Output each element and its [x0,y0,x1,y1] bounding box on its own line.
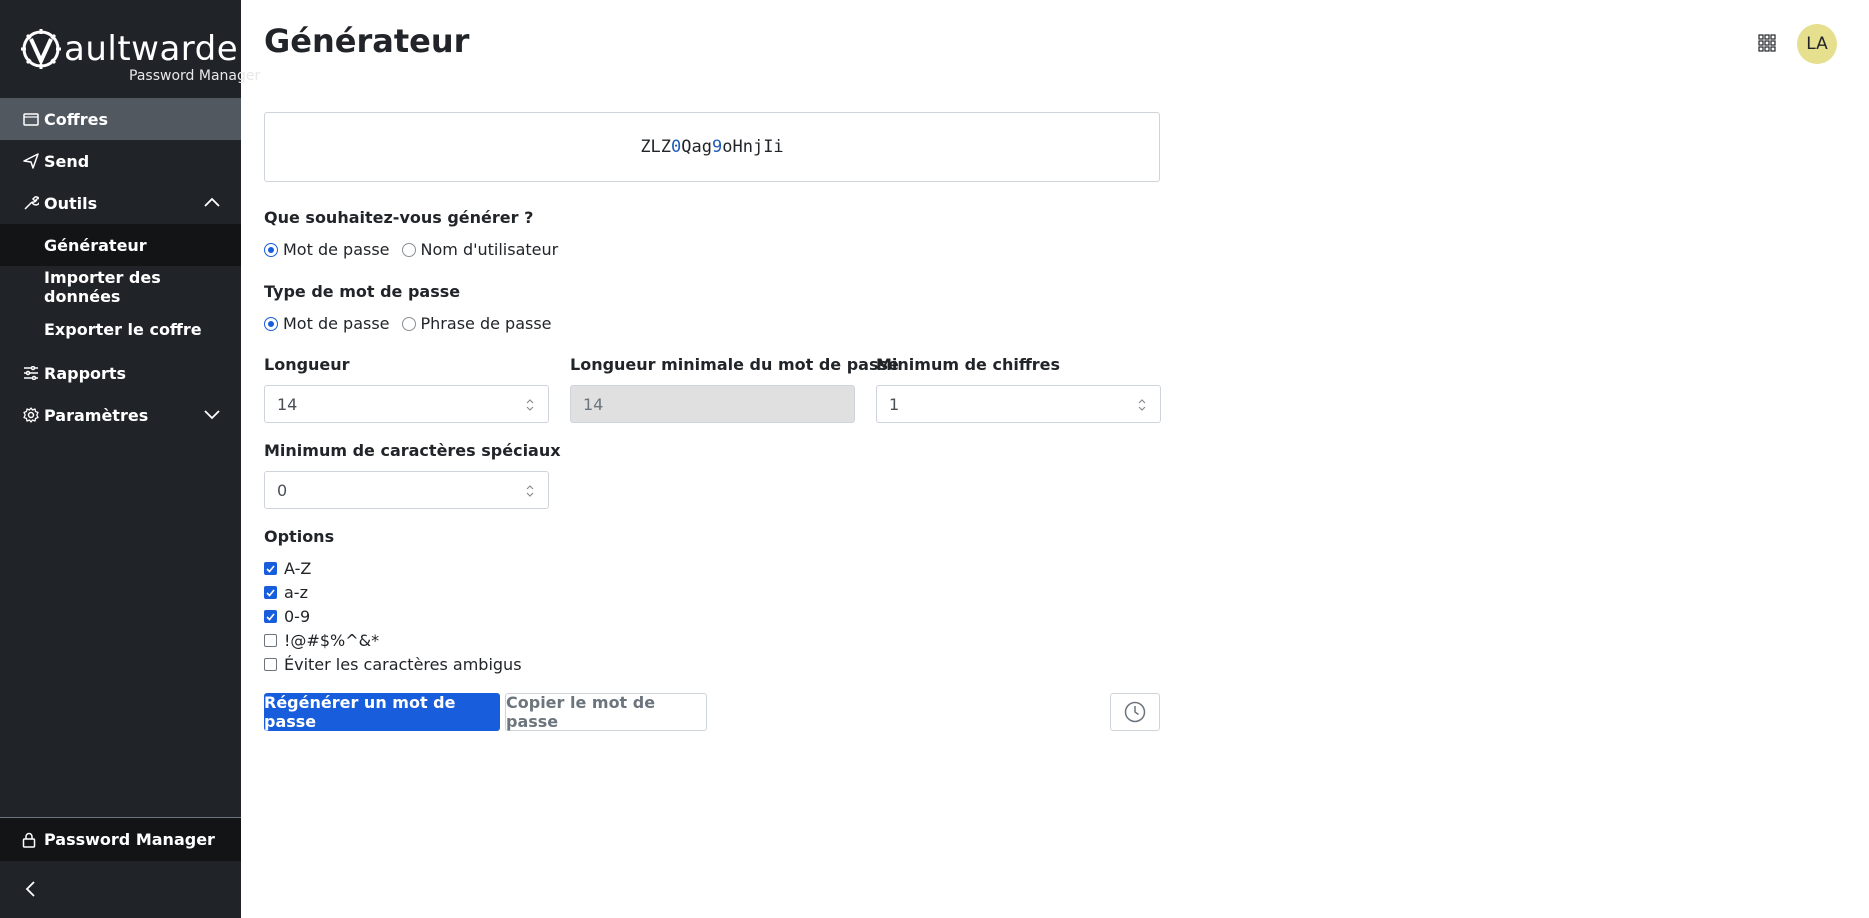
what-to-generate-radio-group: Mot de passe Nom d'utilisateur [264,240,570,259]
sidebar-item-generateur[interactable]: Générateur [0,224,241,266]
chevron-down-icon[interactable] [203,407,221,421]
product-switcher-label: Password Manager [44,830,215,849]
stepper-arrows-icon[interactable] [524,482,536,500]
clock-icon [1124,701,1146,723]
min-length-value: 14 [583,394,604,414]
sidebar-item-coffres[interactable]: Coffres [0,98,241,140]
radio-button[interactable] [401,242,416,257]
product-switcher-grid-icon[interactable] [1758,34,1776,52]
min-special-label: Minimum de caractères spéciaux [264,441,561,460]
sidebar-item-importer[interactable]: Importer des données [0,266,241,308]
gear-icon [22,406,40,424]
option-special[interactable]: !@#$%^&* [264,631,379,650]
password-digit: 0 [671,137,682,157]
sidebar-item-exporter[interactable]: Exporter le coffre [0,308,241,350]
radio-option-password-type[interactable]: Mot de passe [264,314,390,333]
sidebar-item-outils[interactable]: Outils [0,182,241,224]
radio-label: Phrase de passe [420,314,552,333]
checkbox[interactable] [264,562,277,575]
sidebar-item-label: Paramètres [44,405,149,425]
sidebar-item-label: Send [44,151,90,171]
brand-subtitle: Password Manager [129,68,261,84]
min-special-value: 0 [277,480,288,500]
sidebar-item-rapports[interactable]: Rapports [0,352,241,394]
copy-password-button[interactable]: Copier le mot de passe [505,693,707,731]
what-to-generate-label: Que souhaitez-vous générer ? [264,208,534,227]
send-icon [22,152,40,170]
option-uppercase[interactable]: A-Z [264,559,311,578]
lock-icon [22,831,40,849]
sidebar-item-label: Exporter le coffre [44,319,202,339]
min-length-input: 14 [570,385,855,423]
option-avoid-ambiguous[interactable]: Éviter les caractères ambigus [264,655,522,674]
option-label: a-z [284,583,308,602]
password-type-label: Type de mot de passe [264,282,461,301]
min-length-label: Longueur minimale du mot de passe [570,355,899,374]
radio-label: Nom d'utilisateur [420,240,559,259]
option-label: !@#$%^&* [284,631,380,650]
options-label: Options [264,527,335,546]
collapse-sidebar-icon[interactable] [24,880,38,898]
stepper-arrows-icon[interactable] [524,396,536,414]
option-lowercase[interactable]: a-z [264,583,308,602]
password-type-radio-group: Mot de passe Phrase de passe [264,314,564,333]
sidebar-item-send[interactable]: Send [0,140,241,182]
chevron-up-icon[interactable] [203,195,221,209]
option-label: A-Z [284,559,312,578]
password-part: ZLZ [640,137,672,157]
radio-button[interactable] [401,316,416,331]
sidebar-item-parametres[interactable]: Paramètres [0,394,241,436]
min-special-input[interactable]: 0 [264,471,549,509]
vaultwarden-logo[interactable]: aultwarden Password Manager [0,0,260,98]
radio-option-password[interactable]: Mot de passe [264,240,390,259]
regenerate-password-button[interactable]: Régénérer un mot de passe [264,693,500,731]
password-digit: 9 [712,137,723,157]
sliders-icon [22,364,40,382]
min-digits-input[interactable]: 1 [876,385,1161,423]
checkbox[interactable] [264,586,277,599]
sidebar: aultwarden Password Manager Coffres Send… [0,0,260,918]
radio-label: Mot de passe [283,314,390,333]
radio-label: Mot de passe [283,240,390,259]
option-numbers[interactable]: 0-9 [264,607,310,626]
sidebar-item-label: Importer des données [44,268,161,306]
generated-password-display: ZLZ 0 Qag 9 oHnjIi [264,112,1160,182]
checkbox[interactable] [264,658,277,671]
wrench-icon [22,194,40,212]
avatar[interactable]: LA [1797,24,1837,64]
sidebar-item-label: Générateur [44,235,147,255]
option-label: Éviter les caractères ambigus [284,655,522,674]
password-part: Qag [681,137,712,157]
stepper-arrows-icon[interactable] [1136,396,1148,414]
radio-option-username[interactable]: Nom d'utilisateur [401,240,559,259]
sidebar-item-label: Coffres [44,109,108,129]
radio-option-passphrase[interactable]: Phrase de passe [401,314,552,333]
length-label: Longueur [264,355,350,374]
length-input[interactable]: 14 [264,385,549,423]
radio-button[interactable] [264,242,278,257]
checkbox[interactable] [264,634,277,647]
min-digits-value: 1 [889,394,900,414]
vault-icon [22,110,40,128]
sidebar-item-label: Outils [44,193,98,213]
length-value: 14 [277,394,298,414]
option-label: 0-9 [284,607,311,626]
radio-button[interactable] [264,316,278,331]
vaultwarden-gear-icon [21,29,61,69]
min-digits-label: Minimum de chiffres [876,355,1061,374]
password-history-button[interactable] [1110,693,1160,731]
password-part: oHnjIi [722,137,784,157]
product-switcher-password-manager[interactable]: Password Manager [0,817,241,861]
brand-name: aultwarden [64,29,261,69]
sidebar-item-label: Rapports [44,363,127,383]
checkbox[interactable] [264,610,277,623]
page-title: Générateur [264,22,470,60]
